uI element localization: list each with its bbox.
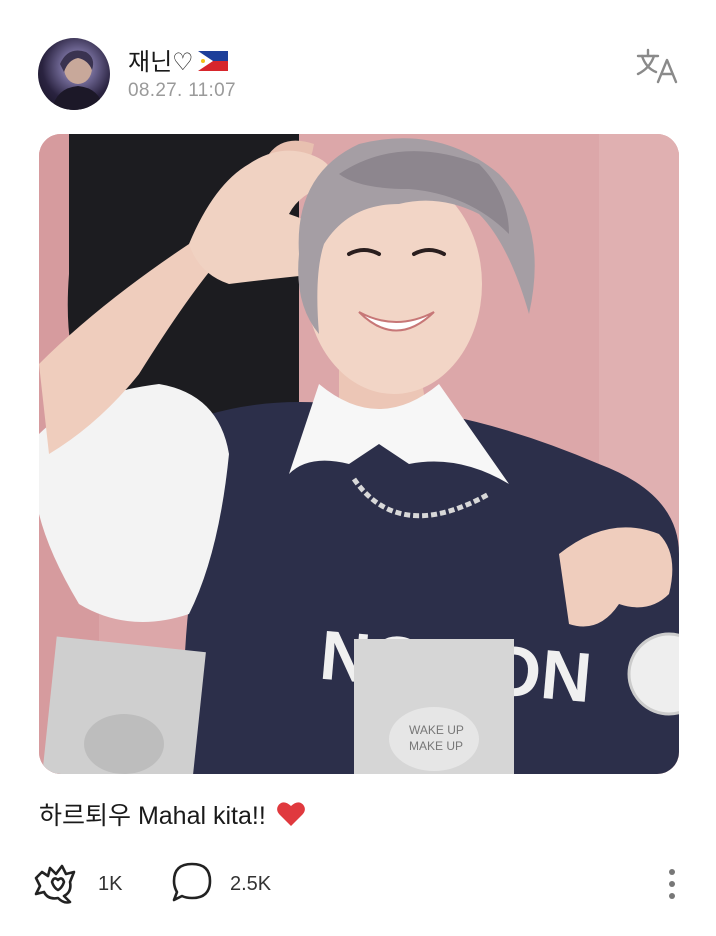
author-name[interactable]: 재닌♡ (128, 42, 194, 77)
translate-icon[interactable] (636, 46, 680, 86)
post-caption: 하르퇴우 Mahal kita!! (39, 796, 306, 832)
likes-count: 1K (98, 872, 123, 895)
comment-button[interactable]: 2.5K (170, 860, 271, 908)
post-card: 재닌♡ 08.27. 11:07 WAKE UP MAKE UP 하르퇴우 Ma… (0, 0, 716, 936)
author-name-row[interactable]: 재닌♡ (128, 42, 228, 77)
comment-bubble-icon[interactable] (170, 860, 214, 909)
caption-text: 하르퇴우 Mahal kita!! (39, 802, 266, 830)
red-heart-icon (276, 800, 306, 828)
avatar[interactable] (38, 38, 110, 110)
like-button[interactable]: 1K (34, 860, 122, 908)
comments-count: 2.5K (230, 872, 272, 895)
svg-text:MAKE UP: MAKE UP (409, 739, 463, 753)
post-actions: 1K 2.5K (34, 860, 684, 908)
more-vertical-icon[interactable] (660, 864, 684, 904)
post-image[interactable]: NOTION WAKE UP MAKE UP (39, 134, 679, 774)
post-timestamp: 08.27. 11:07 (128, 80, 236, 101)
svg-text:WAKE UP: WAKE UP (409, 723, 464, 737)
post-header: 재닌♡ 08.27. 11:07 (38, 38, 680, 112)
cheer-heart-icon[interactable] (34, 860, 82, 909)
philippines-flag-icon (197, 50, 228, 71)
